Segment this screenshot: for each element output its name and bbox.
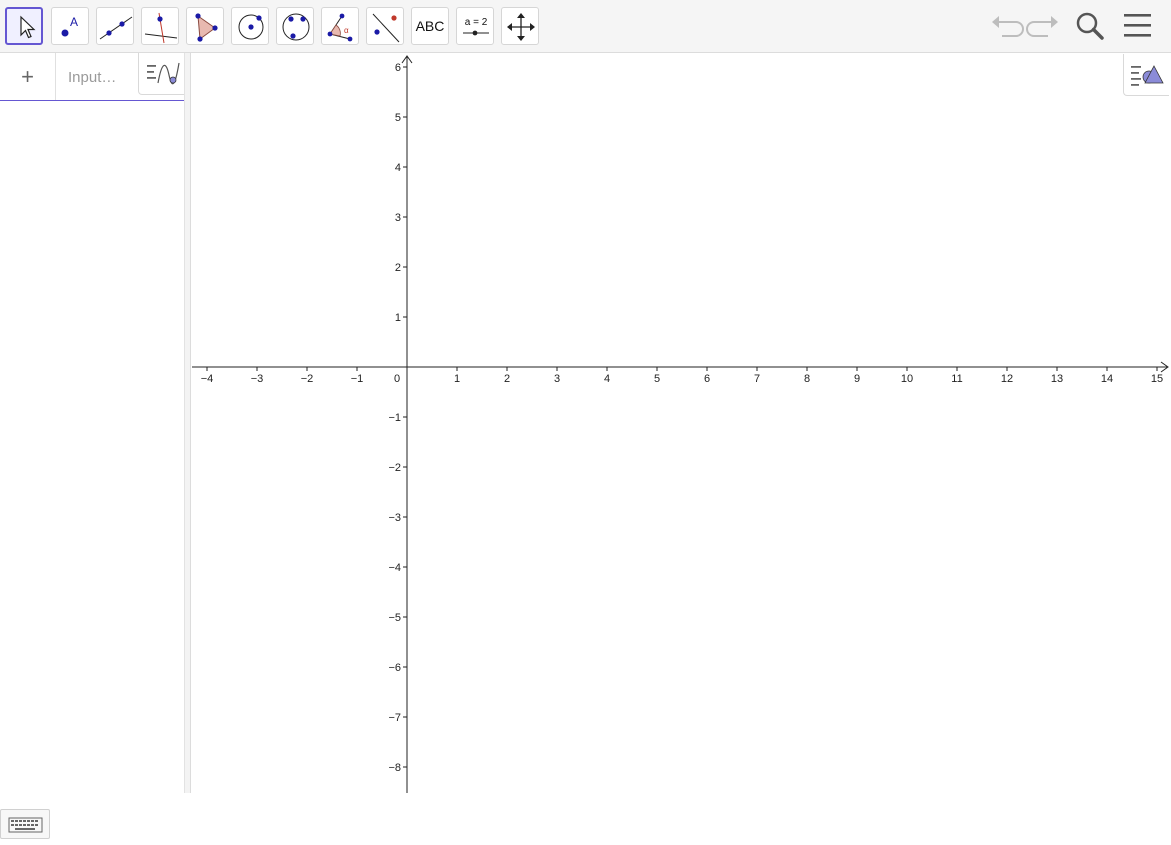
polygon-icon [195,13,218,42]
point-icon: A [61,15,78,37]
x-tick-label: 6 [704,373,710,385]
text-tool-button[interactable]: ABC [411,7,449,45]
search-icon [1076,12,1104,40]
x-tick-label: 8 [804,373,810,385]
coordinate-axes: −4 −3 −2 −1 0 1 2 3 4 5 6 7 8 9 10 11 12 13 14 15123456−1−2… [192,55,1169,793]
arrow-cursor-icon [20,15,36,39]
x-tick-label: 13 [1051,373,1063,385]
move-tool-button[interactable] [5,7,43,45]
svg-text:α: α [344,26,349,35]
redo-button[interactable] [1026,10,1062,42]
x-tick-label: 10 [901,373,913,385]
x-tick-label: −1 [351,373,364,385]
x-tick-label: 7 [754,373,760,385]
add-button[interactable]: + [0,53,56,100]
x-tick-label: −2 [301,373,314,385]
view-divider[interactable] [184,53,191,793]
y-tick-label: −3 [388,512,401,524]
reflect-tool-button[interactable] [366,7,404,45]
polygon-tool-button[interactable] [186,7,224,45]
y-tick-label: 1 [395,312,401,324]
line-icon [99,16,133,40]
x-tick-label: 0 [394,373,400,385]
conic-tool-button[interactable] [276,7,314,45]
angle-icon: α [327,13,353,42]
x-tick-label: 1 [454,373,460,385]
text-icon: ABC [415,18,445,34]
y-tick-label: −2 [388,462,401,474]
y-tick-label: −7 [388,712,401,724]
y-tick-label: −1 [388,412,401,424]
reflect-icon [372,13,400,43]
x-tick-label: 9 [854,373,860,385]
perpendicular-line-tool-button[interactable] [141,7,179,45]
toolbar: A α ABC a = 2 [0,0,1171,53]
slider-icon: a = 2 [463,17,489,36]
y-tick-label: −6 [388,662,401,674]
graphics-style-bar-button[interactable] [1123,54,1169,96]
graphics-view[interactable]: −4 −3 −2 −1 0 1 2 3 4 5 6 7 8 9 10 11 12 13 14 15 1 2 3 4 5 6 −1 −2… [192,53,1171,793]
x-tick-label: 3 [554,373,560,385]
virtual-keyboard-button[interactable] [0,809,50,839]
y-tick-label: −5 [388,612,401,624]
keyboard-icon [8,817,43,833]
menu-button[interactable] [1120,10,1156,42]
hamburger-menu-icon [1124,14,1151,37]
angle-tool-button[interactable]: α [321,7,359,45]
undo-button[interactable] [988,10,1024,42]
x-tick-label: 12 [1001,373,1013,385]
algebra-input-field[interactable]: Input… [68,67,132,89]
perpendicular-icon [144,12,178,44]
move-graphics-tool-button[interactable] [501,7,539,45]
algebra-view: + Input… [0,53,184,839]
x-tick-label: 14 [1101,373,1113,385]
line-tool-button[interactable] [96,7,134,45]
y-tick-label: 2 [395,262,401,274]
x-tick-label: −3 [251,373,264,385]
point-tool-button[interactable]: A [51,7,89,45]
circle-tool-button[interactable] [231,7,269,45]
slider-tool-button[interactable]: a = 2 [456,7,494,45]
y-tick-label: 5 [395,112,401,124]
x-tick-label: 2 [504,373,510,385]
function-graph-icon [147,62,180,85]
x-tick-label: −4 [201,373,214,385]
undo-icon [992,16,1024,37]
graphics-style-icon [1131,65,1164,86]
slider-tool-label: a = 2 [465,17,488,28]
y-tick-label: −4 [388,562,401,574]
ellipse-icon [282,13,310,41]
y-tick-label: 4 [395,162,401,174]
move-arrows-icon [507,13,535,41]
x-tick-label: 11 [951,373,962,385]
circle-center-icon [238,14,264,40]
x-tick-label: 15 [1151,373,1163,385]
y-tick-label: −8 [388,762,401,774]
y-tick-label: 3 [395,212,401,224]
algebra-style-bar-button[interactable] [138,53,184,95]
point-tool-label: A [70,15,78,29]
x-tick-label: 4 [604,373,610,385]
y-tick-label: 6 [395,62,401,74]
x-tick-label: 5 [654,373,660,385]
search-button[interactable] [1072,10,1108,42]
redo-icon [1026,16,1058,37]
